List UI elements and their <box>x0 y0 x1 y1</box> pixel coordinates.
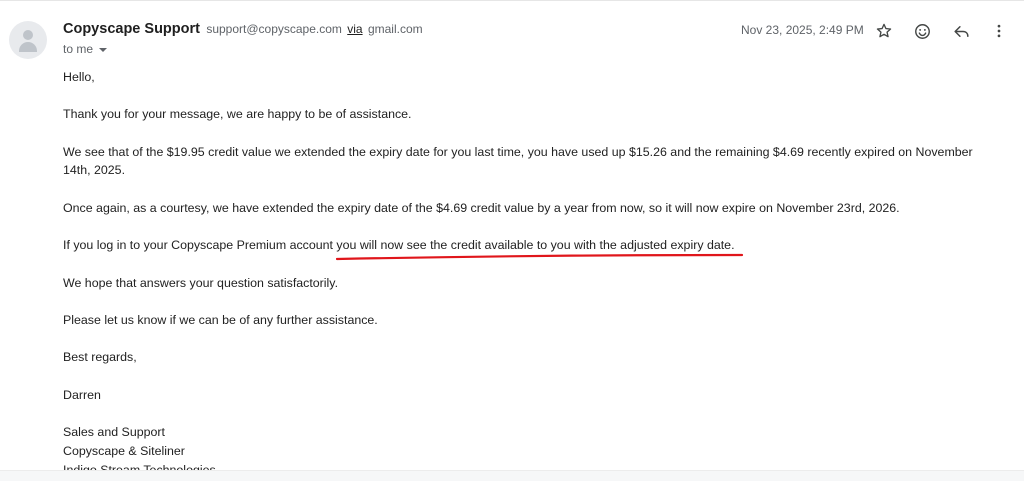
sender-avatar[interactable] <box>9 21 47 59</box>
emoji-react-icon <box>914 23 930 39</box>
paragraph-credit-usage: We see that of the $19.95 credit value w… <box>63 144 973 178</box>
reply-icon <box>953 25 969 37</box>
via-link[interactable]: via <box>347 22 362 36</box>
chevron-down-icon[interactable] <box>99 47 108 52</box>
via-domain: gmail.com <box>367 22 423 36</box>
message-body: Hello, Thank you for your message, we ar… <box>63 68 993 479</box>
closing: Best regards, <box>63 350 137 365</box>
greeting: Hello, <box>63 70 95 84</box>
red-annotation-underline <box>336 253 744 261</box>
avatar-head-shape <box>23 30 33 40</box>
sender-name[interactable]: Copyscape Support <box>63 21 200 37</box>
paragraph-extension: Once again, as a courtesy, we have exten… <box>63 200 900 215</box>
star-button[interactable] <box>872 19 896 43</box>
avatar-body-shape <box>19 42 37 52</box>
signature-company: Copyscape & Siteliner <box>63 443 185 458</box>
paragraph-further-help: Please let us know if we can be of any f… <box>63 313 378 328</box>
paragraph-thanks: Thank you for your message, we are happy… <box>63 107 412 122</box>
sender-email: support@copyscape.com <box>206 22 342 36</box>
message-date: Nov 23, 2025, 2:49 PM <box>741 23 864 37</box>
signature-title: Sales and Support <box>63 425 165 440</box>
reply-button[interactable] <box>949 19 973 43</box>
bottom-divider <box>0 470 1024 481</box>
sender-line: Copyscape Support support@copyscape.com … <box>63 21 423 37</box>
star-icon <box>876 23 892 38</box>
emoji-react-button[interactable] <box>910 19 934 43</box>
top-divider <box>0 0 1024 1</box>
recipient-details-toggle[interactable]: to me <box>63 42 108 56</box>
more-options-button[interactable] <box>987 19 1011 43</box>
recipient-label: to me <box>63 42 94 56</box>
paragraph-hope: We hope that answers your question satis… <box>63 275 339 290</box>
signature-name: Darren <box>63 387 101 402</box>
more-options-icon <box>997 24 1001 38</box>
